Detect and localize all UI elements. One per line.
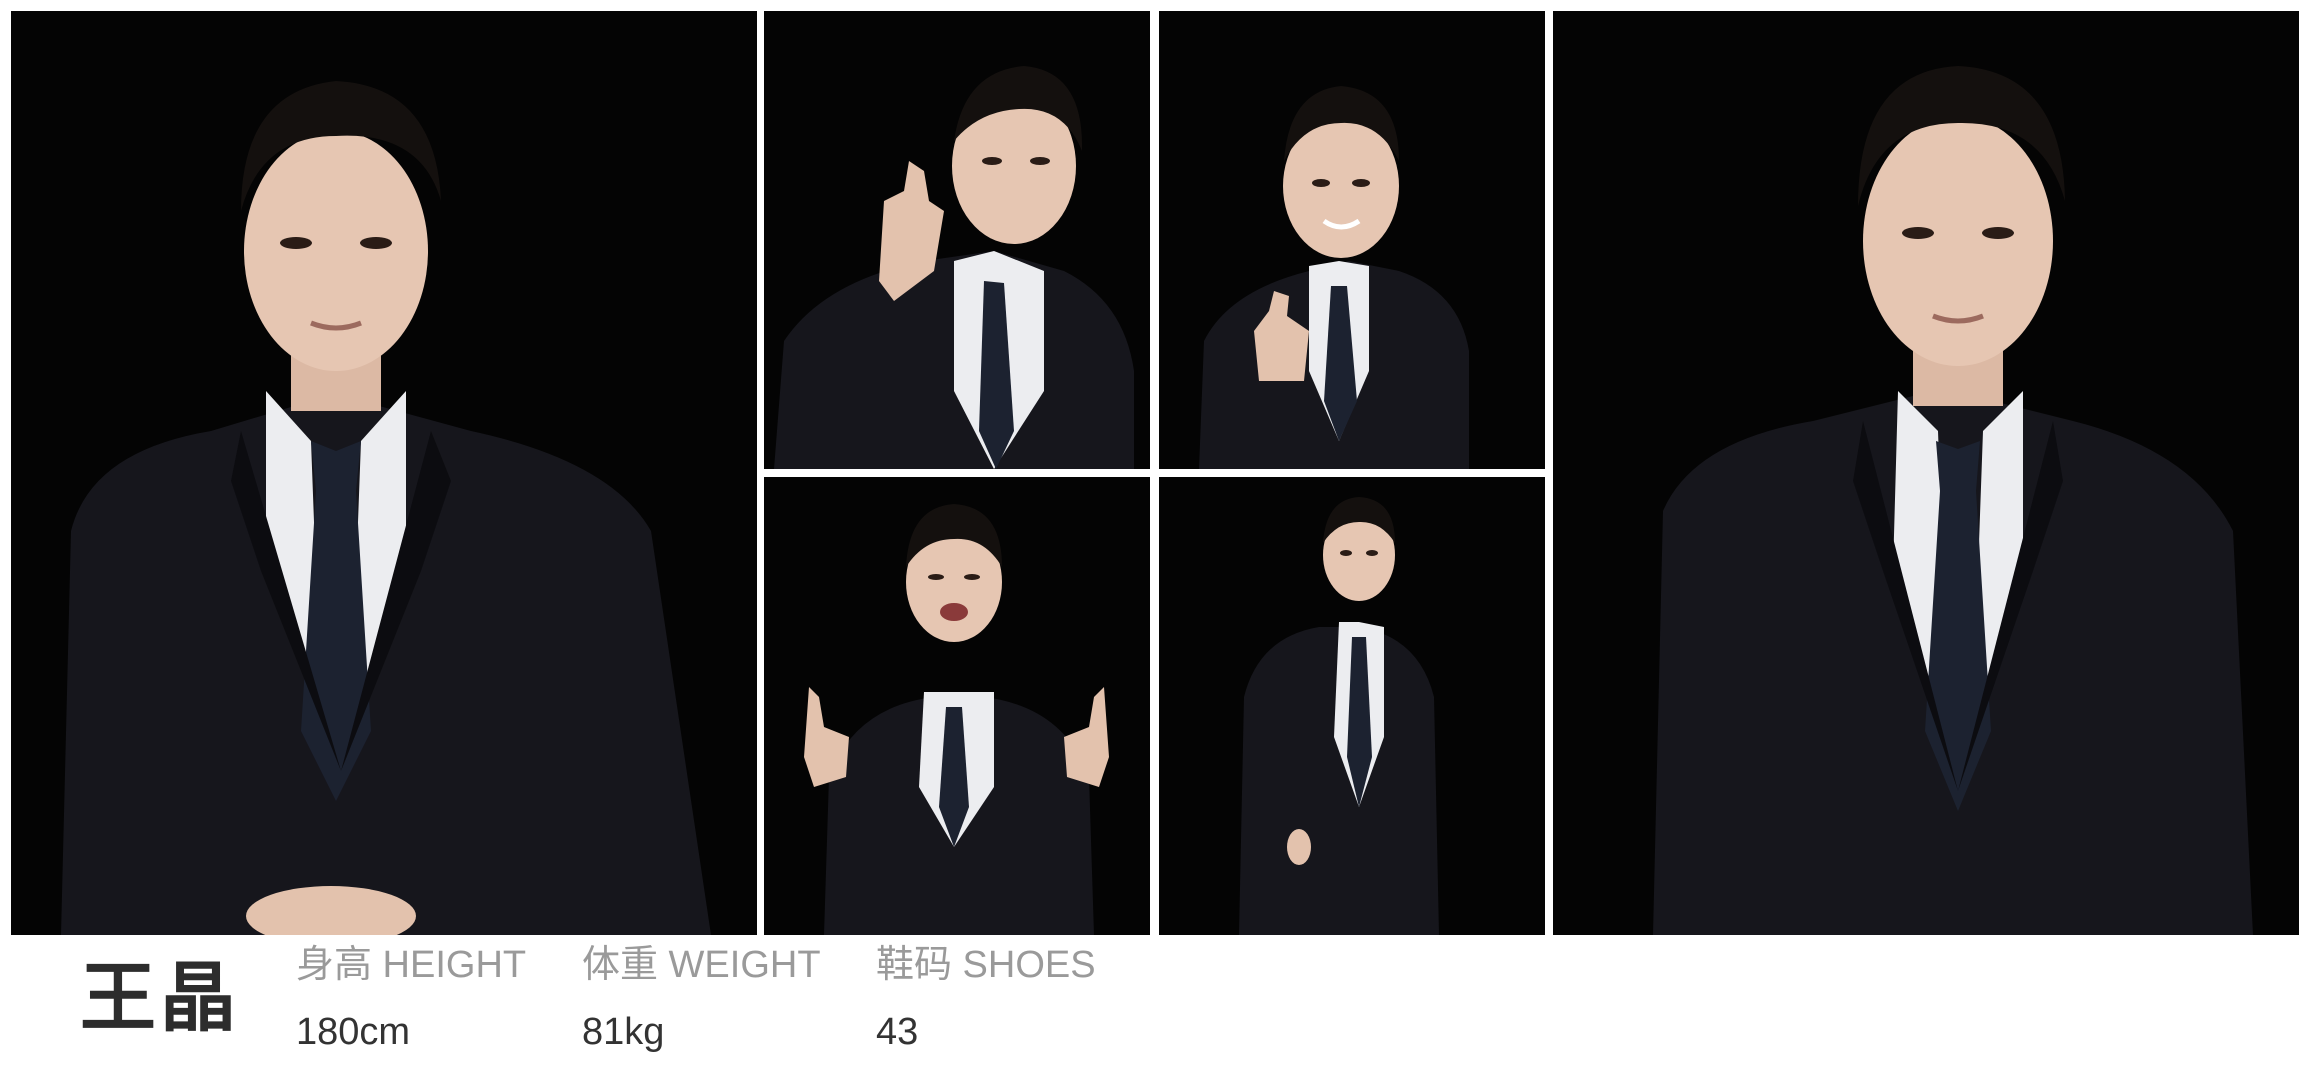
photo-double-thumbs xyxy=(764,477,1150,935)
photo-full-body xyxy=(1159,477,1545,935)
stat-shoes: 鞋码 SHOES 43 xyxy=(876,946,1096,1051)
photo-hand-wave xyxy=(764,11,1150,469)
photo-pointing xyxy=(1159,11,1545,469)
stat-height: 身高 HEIGHT 180cm xyxy=(296,946,526,1051)
model-name: 王晶 xyxy=(80,953,240,1042)
photo-portrait-right xyxy=(1553,11,2299,935)
stat-weight: 体重 WEIGHT 81kg xyxy=(582,946,821,1051)
stat-height-value: 180cm xyxy=(296,1011,411,1053)
stat-shoes-value: 43 xyxy=(876,1011,919,1053)
stat-weight-value: 81kg xyxy=(582,1011,665,1053)
stat-shoes-label: 鞋码 SHOES xyxy=(876,944,1096,986)
stat-height-label: 身高 HEIGHT xyxy=(296,944,527,986)
stat-weight-label: 体重 WEIGHT xyxy=(582,944,821,986)
photo-portrait-left xyxy=(11,11,757,935)
